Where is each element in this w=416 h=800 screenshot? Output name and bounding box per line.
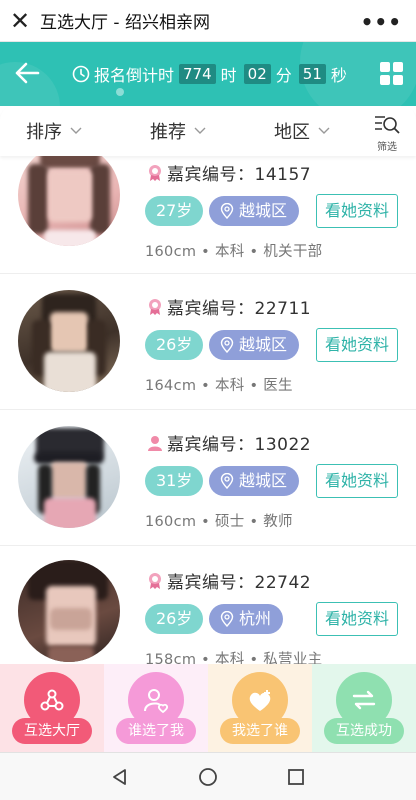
location-text: 越城区	[239, 335, 288, 354]
age-tag: 26岁	[145, 604, 204, 634]
profile-card[interactable]: 嘉宾编号：22742 26岁 杭州 看她资料 158cm • 本科 • 私营业主	[0, 546, 416, 664]
recents-square-icon[interactable]	[286, 767, 306, 787]
guest-id: 嘉宾编号：22742	[147, 568, 311, 593]
swap-arrows-icon	[352, 690, 376, 710]
location-pin-icon	[220, 203, 234, 219]
location-pin-icon	[220, 611, 234, 627]
nav-who-i-chose[interactable]: 我选了谁	[208, 664, 312, 752]
view-profile-button[interactable]: 看她资料	[316, 464, 398, 498]
avatar	[18, 156, 120, 246]
chevron-down-icon	[70, 127, 82, 134]
nav-mutual-hall-label: 互选大厅	[12, 718, 92, 744]
guest-id-text: 嘉宾编号：22711	[167, 299, 312, 319]
system-nav-bar	[0, 752, 416, 800]
region-dropdown[interactable]: 地区	[274, 118, 330, 144]
profile-info: 158cm • 本科 • 私营业主	[145, 652, 323, 664]
recommend-dropdown[interactable]: 推荐	[150, 118, 206, 144]
recommend-label: 推荐	[150, 122, 186, 143]
countdown-days: 774	[179, 64, 216, 84]
close-icon[interactable]: ✕	[0, 0, 40, 42]
location-tag: 杭州	[209, 604, 284, 634]
window-title: 互选大厅 - 绍兴相亲网	[40, 13, 210, 33]
view-profile-button[interactable]: 看她资料	[316, 602, 398, 636]
age-tag: 27岁	[145, 196, 204, 226]
profile-card[interactable]: 嘉宾编号：22711 26岁 越城区 看她资料 164cm • 本科 • 医生	[0, 274, 416, 410]
heart-plus-icon	[249, 690, 271, 711]
back-arrow-icon[interactable]	[10, 56, 44, 90]
avatar	[18, 290, 120, 392]
guest-id: 嘉宾编号：14157	[147, 160, 311, 185]
avatar	[18, 560, 120, 662]
age-tag: 26岁	[145, 330, 204, 360]
sort-label: 排序	[26, 122, 62, 143]
user-heart-icon	[144, 689, 169, 714]
location-text: 越城区	[239, 471, 288, 490]
location-tag: 越城区	[209, 466, 300, 496]
countdown-label: 报名倒计时	[94, 66, 175, 85]
browser-title-bar: ✕ 互选大厅 - 绍兴相亲网 •••	[0, 0, 416, 42]
countdown-days-unit: 时	[220, 66, 237, 85]
filter-search-icon	[375, 116, 400, 134]
location-tag: 越城区	[209, 196, 300, 226]
filter-bar: 排序 推荐 地区 筛选	[0, 106, 416, 156]
nav-who-chose-me[interactable]: 谁选了我	[104, 664, 208, 752]
award-badge-icon	[149, 298, 161, 315]
view-profile-button[interactable]: 看她资料	[316, 328, 398, 362]
profile-list: 嘉宾编号：14157 27岁 越城区 看她资料 160cm • 本科 • 机关干…	[0, 156, 416, 664]
age-tag: 31岁	[145, 466, 204, 496]
profile-card[interactable]: 嘉宾编号：14157 27岁 越城区 看她资料 160cm • 本科 • 机关干…	[0, 156, 416, 274]
award-badge-icon	[149, 572, 161, 589]
bottom-nav: 互选大厅 谁选了我 我选了谁 互选成功	[0, 664, 416, 752]
view-profile-button[interactable]: 看她资料	[316, 194, 398, 228]
registration-countdown: 报名倒计时 774 时 02 分 51 秒	[72, 62, 349, 86]
profile-info: 164cm • 本科 • 医生	[145, 378, 293, 394]
guest-id-text: 嘉宾编号：22742	[167, 573, 312, 593]
user-badge-icon	[148, 435, 162, 451]
home-circle-icon[interactable]	[198, 767, 218, 787]
chevron-down-icon	[194, 127, 206, 134]
nav-who-chose-me-label: 谁选了我	[116, 718, 196, 744]
location-pin-icon	[220, 337, 234, 353]
nav-mutual-success-label: 互选成功	[324, 718, 404, 744]
countdown-minutes: 51	[298, 64, 326, 84]
clock-icon	[72, 65, 90, 83]
region-label: 地区	[274, 122, 310, 143]
avatar	[18, 426, 120, 528]
guest-id: 嘉宾编号：22711	[147, 294, 311, 319]
nav-mutual-success[interactable]: 互选成功	[312, 664, 416, 752]
screen-label: 筛选	[377, 142, 397, 153]
screen-filter-button[interactable]: 筛选	[372, 114, 402, 153]
back-triangle-icon[interactable]	[110, 767, 130, 787]
guest-id-text: 嘉宾编号：14157	[167, 165, 312, 185]
nav-mutual-hall[interactable]: 互选大厅	[0, 664, 104, 752]
location-text: 杭州	[239, 609, 272, 628]
location-tag: 越城区	[209, 330, 300, 360]
countdown-hours-unit: 分	[275, 66, 292, 85]
nav-who-i-chose-label: 我选了谁	[220, 718, 300, 744]
network-icon	[40, 689, 64, 711]
profile-card[interactable]: 嘉宾编号：13022 31岁 越城区 看她资料 160cm • 硕士 • 教师	[0, 410, 416, 546]
page-header: 报名倒计时 774 时 02 分 51 秒	[0, 42, 416, 106]
profile-info: 160cm • 硕士 • 教师	[145, 514, 293, 530]
guest-id: 嘉宾编号：13022	[147, 430, 311, 455]
grid-menu-icon[interactable]	[380, 62, 404, 86]
guest-id-text: 嘉宾编号：13022	[167, 435, 312, 455]
location-text: 越城区	[239, 201, 288, 220]
chevron-down-icon	[318, 127, 330, 134]
countdown-hours: 02	[243, 64, 271, 84]
award-badge-icon	[149, 164, 161, 181]
countdown-minutes-unit: 秒	[330, 66, 347, 85]
location-pin-icon	[220, 473, 234, 489]
sort-dropdown[interactable]: 排序	[26, 118, 82, 144]
profile-info: 160cm • 本科 • 机关干部	[145, 244, 323, 260]
more-menu-icon[interactable]: •••	[361, 10, 402, 34]
